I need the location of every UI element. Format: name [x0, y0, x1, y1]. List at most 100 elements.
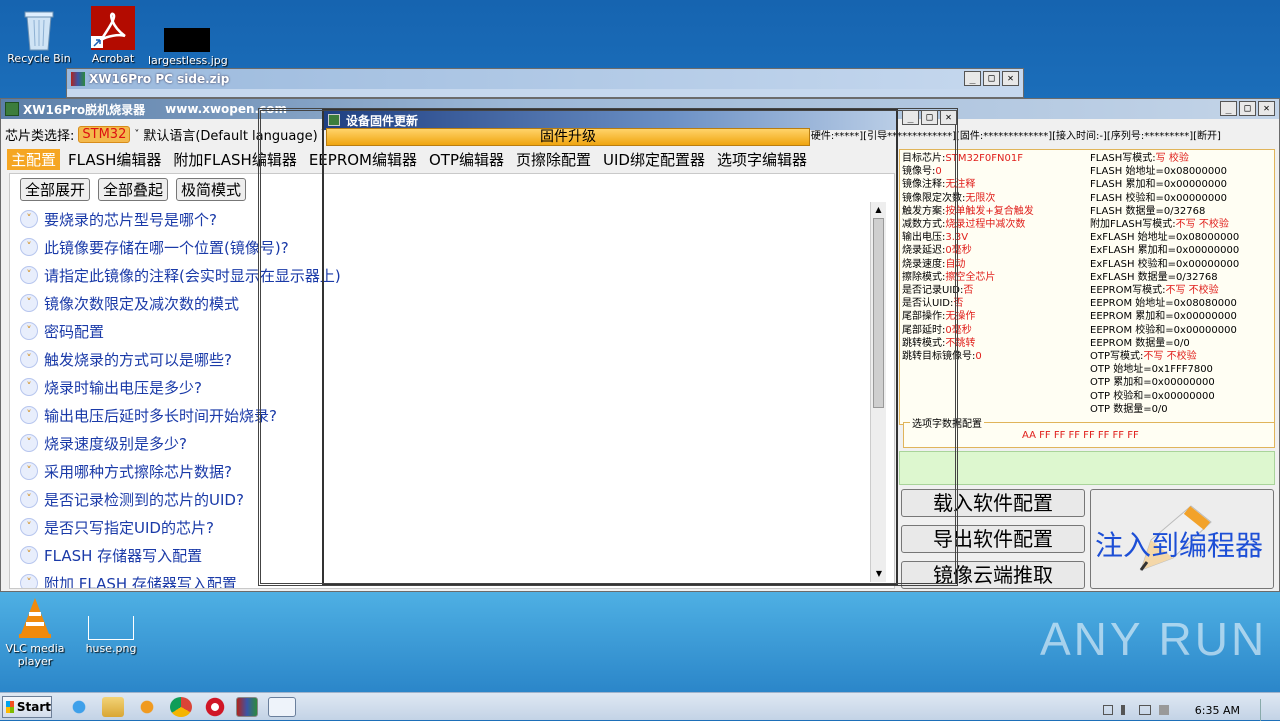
info-value: 否: [963, 285, 974, 297]
chevron-down-icon[interactable]: ˅: [20, 546, 38, 564]
scroll-down-arrow[interactable]: ▼: [871, 566, 887, 582]
inject-to-programmer-button[interactable]: 注入到编程器: [1090, 489, 1274, 589]
tab-ext-flash-editor[interactable]: 附加FLASH编辑器: [169, 149, 300, 170]
chevron-down-icon[interactable]: ˅: [20, 210, 38, 228]
desktop-icon-acrobat[interactable]: Acrobat: [74, 6, 152, 65]
chevron-down-icon[interactable]: ˅: [20, 294, 38, 312]
minimal-mode-button[interactable]: 极简模式: [176, 178, 247, 201]
info-value: 0: [975, 351, 982, 363]
xw16-app-icon[interactable]: [268, 697, 296, 717]
firmware-upgrade-button[interactable]: 固件升级: [326, 128, 810, 146]
info-row: 镜像注释:无注释: [902, 178, 1034, 191]
tab-flash-editor[interactable]: FLASH编辑器: [64, 149, 165, 170]
info-row: ExFLASH 始地址=0x08000000: [1090, 231, 1239, 244]
info-key: ExFLASH 始地址=0x08000000: [1090, 232, 1240, 244]
desktop-icon-huse[interactable]: huse.png: [72, 616, 150, 655]
info-row: 减数方式:烧录过程中减次数: [902, 218, 1034, 231]
tray-volume-icon[interactable]: [1120, 705, 1131, 715]
close-button[interactable]: ✕: [1002, 71, 1019, 86]
info-row: OTP 累加和=0x00000000: [1090, 376, 1239, 389]
collapse-all-button[interactable]: 全部叠起: [98, 178, 169, 201]
chip-select-label: 芯片类选择:: [5, 128, 75, 144]
app-title: XW16Pro脱机烧录器: [23, 102, 146, 117]
info-key: OTP 累加和=0x00000000: [1090, 377, 1215, 389]
language-select[interactable]: 默认语言(Default language): [143, 125, 317, 144]
chevron-down-icon[interactable]: ˅: [20, 350, 38, 368]
info-key: 输出电压:: [902, 232, 946, 244]
minimize-button[interactable]: _: [902, 110, 919, 125]
chevron-down-icon[interactable]: ˅: [20, 322, 38, 340]
desktop-icon-label: huse.png: [85, 642, 137, 655]
vertical-scrollbar[interactable]: ▲ ▼: [870, 202, 886, 582]
chip-toolbar: 芯片类选择: STM32 ˅ 默认语言(Default language) ˅: [5, 123, 326, 145]
tray-flag-icon[interactable]: [1102, 705, 1113, 715]
info-key: 减数方式:: [902, 219, 946, 231]
zip-window[interactable]: XW16Pro PC side.zip _ □ ✕: [66, 68, 1024, 98]
export-config-button[interactable]: 导出软件配置: [901, 525, 1085, 553]
info-value: STM32F0FN01F: [945, 153, 1024, 164]
maximize-button[interactable]: □: [983, 71, 1000, 86]
show-desktop-button[interactable]: [1260, 699, 1270, 721]
media-player-icon[interactable]: [136, 697, 158, 717]
winrar-icon[interactable]: [236, 697, 258, 717]
expand-all-button[interactable]: 全部展开: [20, 178, 91, 201]
chevron-down-icon[interactable]: ˅: [20, 462, 38, 480]
desktop-icon-largestless[interactable]: largestless.jpg: [148, 6, 228, 67]
tray-network-icon[interactable]: [1138, 705, 1151, 715]
firmware-dialog[interactable]: 设备固件更新 固件升级 ▲ ▼: [322, 108, 898, 586]
info-value: 无注释: [945, 179, 976, 191]
chevron-down-icon[interactable]: ˅: [20, 490, 38, 508]
scroll-up-arrow[interactable]: ▲: [871, 202, 886, 218]
cloud-fetch-button[interactable]: 镜像云端推取: [901, 561, 1085, 589]
chip-select[interactable]: STM32: [78, 125, 131, 143]
info-key: 目标芯片:: [902, 153, 946, 164]
info-key: ExFLASH 校验和=0x00000000: [1090, 258, 1240, 270]
desktop-icon-vlc[interactable]: VLC media player: [0, 596, 74, 668]
tab-main-config[interactable]: 主配置: [7, 149, 61, 170]
summary-panel: 目标芯片:STM32F0FN01F 镜像号:0 镜像注释:无注释 镜像限定次数:无限次…: [899, 149, 1275, 425]
info-row: 附加FLASH写模式:不写 不校验: [1090, 218, 1239, 231]
info-row: 输出电压:3.3V: [902, 231, 1034, 244]
clock[interactable]: 6:35 AM: [1195, 704, 1240, 717]
vlc-cone-icon: [13, 596, 57, 640]
load-config-button[interactable]: 载入软件配置: [901, 489, 1085, 517]
chrome-icon[interactable]: [170, 697, 192, 717]
info-key: EEPROM 始地址=0x08080000: [1090, 298, 1237, 310]
info-row: 擦除模式:擦空全芯片: [902, 271, 1034, 284]
info-key: 擦除模式:: [902, 271, 946, 283]
image-file-icon: [88, 616, 134, 640]
opera-icon[interactable]: [204, 697, 226, 717]
start-button[interactable]: Start: [2, 696, 52, 718]
zip-window-controls: _ □ ✕: [964, 71, 1019, 86]
option-bytes-value: AA FF FF FF FF FF FF FF: [1022, 430, 1139, 441]
maximize-button[interactable]: □: [921, 110, 938, 125]
info-row: 烧录延迟:0毫秒: [902, 244, 1034, 257]
info-value: 无操作: [945, 311, 976, 323]
explorer-icon[interactable]: [102, 697, 124, 717]
info-row: 触发方案:按单触发+复合触发: [902, 205, 1034, 218]
chevron-down-icon[interactable]: ˅: [20, 406, 38, 424]
chevron-down-icon[interactable]: ˅: [20, 574, 38, 588]
desktop-icon-recycle-bin[interactable]: Recycle Bin: [0, 6, 78, 65]
info-key: 镜像注释:: [902, 179, 946, 191]
info-row: EEPROM 校验和=0x00000000: [1090, 324, 1239, 337]
chevron-down-icon[interactable]: ˅: [134, 129, 139, 140]
info-value: 不写 不校验: [1165, 285, 1219, 297]
info-key: OTP 始地址=0x1FFF7800: [1090, 364, 1213, 376]
chevron-down-icon[interactable]: ˅: [20, 518, 38, 536]
chevron-down-icon[interactable]: ˅: [20, 434, 38, 452]
info-row: 跳转模式:不跳转: [902, 337, 1034, 350]
chevron-down-icon[interactable]: ˅: [20, 238, 38, 256]
app-icon: [5, 102, 19, 116]
tray-action-icon[interactable]: [1158, 705, 1169, 715]
info-row: OTP 始地址=0x1FFF7800: [1090, 363, 1239, 376]
firmware-dialog-titlebar[interactable]: 设备固件更新: [324, 110, 896, 130]
scroll-thumb[interactable]: [873, 218, 884, 408]
chevron-down-icon[interactable]: ˅: [20, 266, 38, 284]
dialog-app-icon: [328, 114, 340, 126]
ie-icon[interactable]: [68, 697, 90, 717]
chevron-down-icon[interactable]: ˅: [20, 378, 38, 396]
minimize-button[interactable]: _: [964, 71, 981, 86]
winrar-icon: [71, 72, 85, 86]
close-button[interactable]: ✕: [940, 110, 957, 125]
